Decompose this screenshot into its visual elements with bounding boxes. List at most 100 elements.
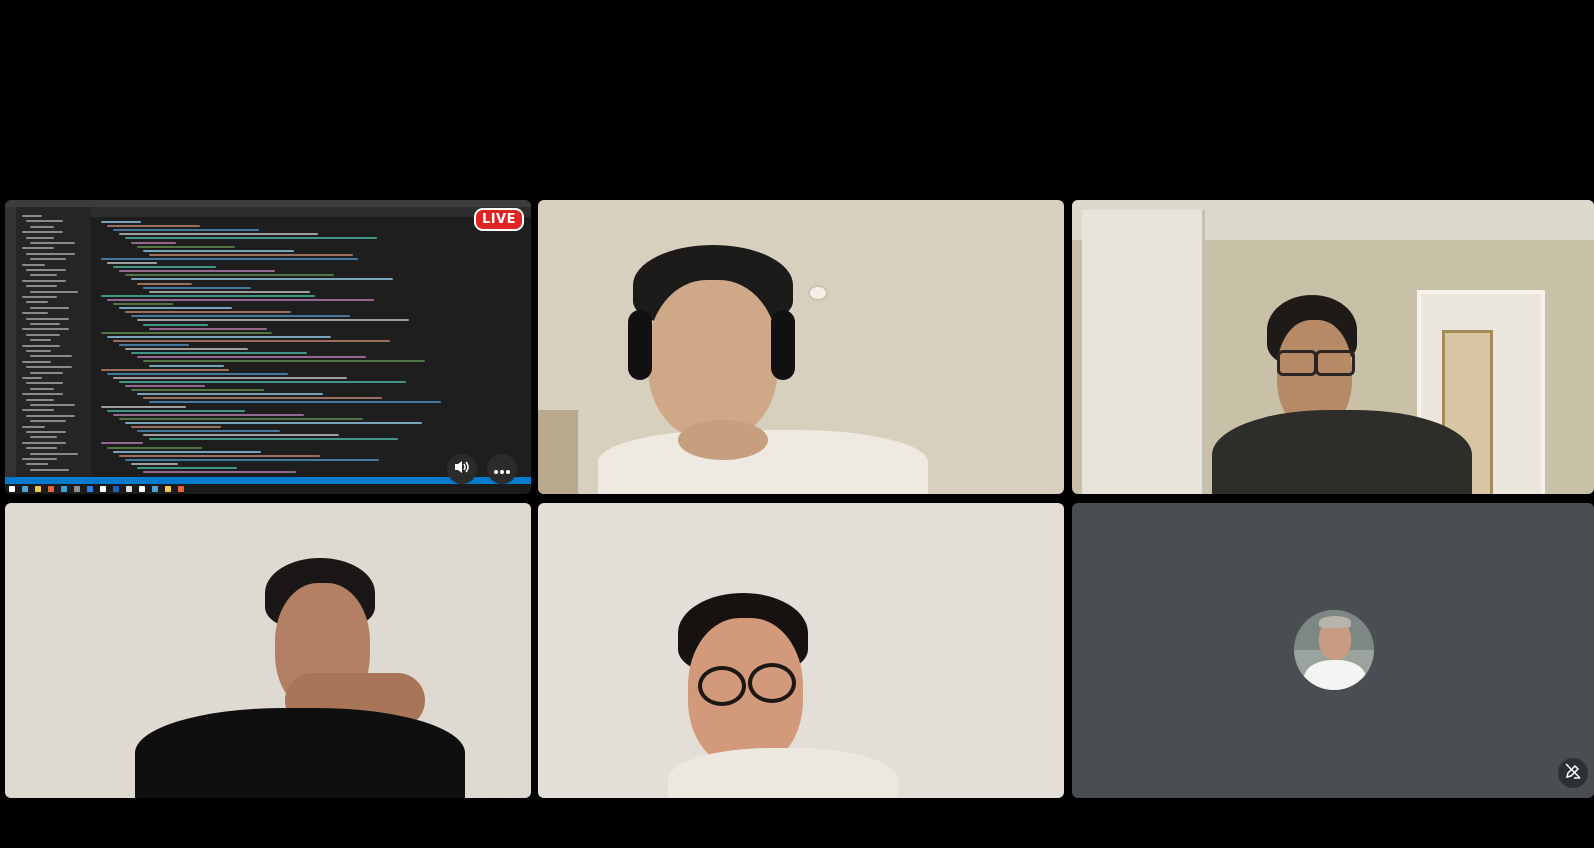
explorer-item (26, 382, 63, 385)
code-line (131, 278, 393, 281)
explorer-item (26, 252, 75, 255)
camera-off-button[interactable] (1558, 758, 1588, 788)
explorer-item (26, 447, 57, 450)
code-line (149, 401, 441, 404)
explorer-item (26, 414, 75, 417)
code-line (107, 409, 245, 412)
code-line (119, 233, 318, 236)
code-line (107, 335, 331, 338)
taskbar-app-icon (100, 486, 106, 492)
explorer-item (30, 225, 54, 228)
taskbar-app-icon (35, 486, 41, 492)
explorer-item (22, 409, 54, 412)
code-line (149, 290, 310, 293)
code-line (143, 323, 208, 326)
explorer-item (22, 231, 63, 234)
speaker-icon (453, 459, 471, 479)
participant-video-tile[interactable] (538, 200, 1064, 494)
explorer-item (22, 215, 42, 217)
code-line (113, 229, 259, 232)
taskbar-app-icon (48, 486, 54, 492)
explorer-item (22, 247, 54, 250)
explorer-item (26, 431, 66, 433)
vscode-tabs (91, 207, 531, 217)
taskbar-app-icon (126, 486, 132, 492)
code-line (131, 426, 221, 428)
screen-share-tile[interactable]: LIVE (5, 200, 531, 494)
more-options-button[interactable] (487, 454, 517, 484)
code-line (107, 225, 200, 228)
participant-video-tile[interactable] (538, 503, 1064, 798)
vscode-editor (91, 217, 531, 477)
code-line (125, 274, 334, 277)
code-line (137, 319, 409, 322)
code-line (131, 315, 350, 318)
code-line (101, 331, 272, 334)
taskbar-app-icon (113, 486, 119, 492)
explorer-item (22, 328, 69, 331)
speaker-button[interactable] (447, 454, 477, 484)
vscode-activity-bar (5, 207, 16, 477)
explorer-item (22, 344, 60, 347)
code-line (131, 352, 307, 355)
explorer-item (22, 296, 57, 298)
code-line (113, 266, 216, 269)
explorer-item (30, 436, 57, 439)
explorer-item (30, 306, 69, 309)
explorer-item (30, 290, 78, 293)
code-line (143, 286, 251, 289)
explorer-item (22, 312, 48, 315)
explorer-item (30, 355, 72, 358)
taskbar-app-icon (139, 486, 145, 492)
code-line (143, 360, 425, 363)
explorer-item (30, 420, 66, 423)
windows-taskbar (5, 484, 531, 494)
participant-video-tile[interactable] (1072, 200, 1594, 494)
code-line (107, 446, 202, 449)
taskbar-app-icon (22, 486, 28, 492)
code-line (119, 380, 406, 383)
taskbar-app-icon (74, 486, 80, 492)
code-line (113, 339, 390, 342)
explorer-item (26, 317, 69, 320)
taskbar-app-icon (152, 486, 158, 492)
code-line (101, 405, 186, 408)
code-line (137, 393, 323, 396)
code-line (119, 270, 275, 273)
code-line (119, 307, 232, 310)
code-line (149, 438, 398, 441)
code-line (137, 467, 237, 469)
explorer-item (26, 269, 66, 271)
code-line (137, 356, 366, 359)
code-line (107, 372, 288, 375)
camera-off-icon (1564, 762, 1582, 784)
code-line (113, 450, 261, 453)
explorer-item (22, 425, 45, 428)
code-line (101, 368, 229, 371)
code-line (119, 344, 189, 346)
code-line (125, 458, 379, 461)
participant-avatar-tile[interactable] (1072, 503, 1594, 798)
explorer-item (22, 377, 42, 379)
explorer-item (22, 393, 63, 396)
code-line (101, 257, 358, 260)
taskbar-app-icon (87, 486, 93, 492)
code-line (137, 430, 280, 433)
explorer-item (26, 350, 51, 352)
code-line (107, 262, 157, 264)
explorer-item (30, 323, 60, 325)
code-line (125, 421, 422, 424)
code-line (143, 434, 339, 437)
explorer-item (26, 366, 72, 369)
participant-video-tile[interactable] (5, 503, 531, 798)
explorer-item (26, 285, 57, 288)
explorer-item (26, 236, 54, 239)
code-line (125, 311, 291, 314)
taskbar-app-icon (178, 486, 184, 492)
code-line (131, 241, 176, 244)
explorer-item (26, 220, 63, 223)
explorer-item (30, 274, 57, 277)
explorer-item (30, 468, 69, 471)
explorer-item (26, 398, 54, 401)
explorer-item (26, 333, 60, 336)
